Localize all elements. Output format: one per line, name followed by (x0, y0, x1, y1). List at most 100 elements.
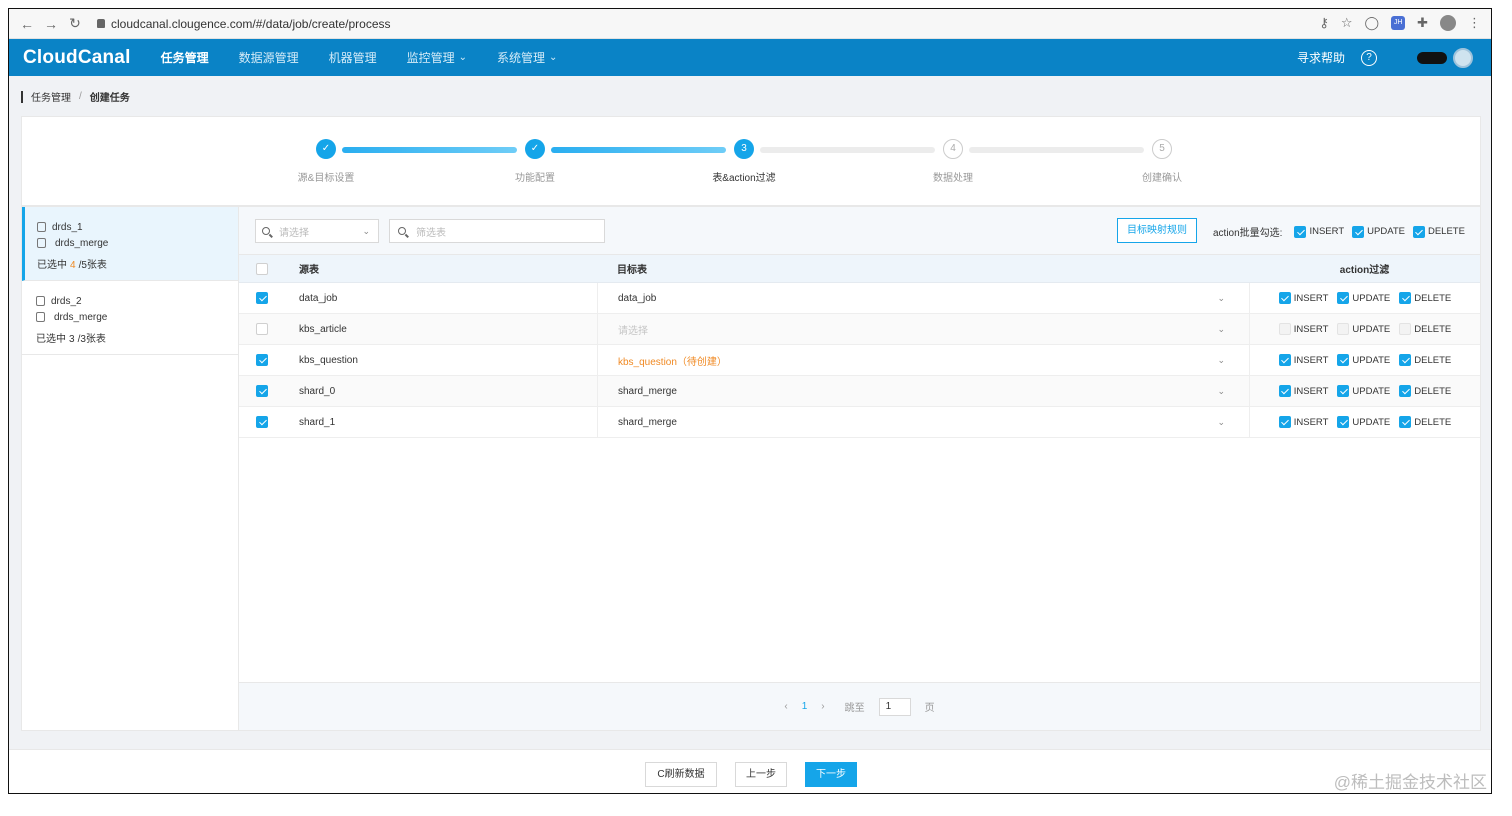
checkbox[interactable] (1337, 323, 1350, 335)
select-all-checkbox[interactable] (256, 262, 268, 275)
nav-item[interactable]: 系统管理 ⌄ (497, 49, 557, 66)
row-checkbox[interactable] (256, 416, 268, 428)
extension-jh-icon[interactable]: JH (1391, 16, 1406, 30)
row-select-cell (239, 354, 285, 366)
help-link[interactable]: 寻求帮助 (1297, 49, 1345, 66)
action-insert-checkbox[interactable]: INSERT (1278, 354, 1329, 366)
breadcrumb-parent[interactable]: 任务管理 (31, 89, 71, 104)
source-table-name: kbs_question (299, 354, 358, 366)
target-table-select[interactable]: kbs_question（待创建） ⌄ (597, 345, 1249, 375)
target-table-select[interactable]: 请选择 ⌄ (597, 314, 1249, 344)
row-checkbox[interactable] (256, 323, 268, 335)
nav-item[interactable]: 机器管理 (329, 49, 377, 66)
search-icon (262, 227, 270, 235)
nav-item[interactable]: 任务管理 (161, 49, 209, 66)
checkbox[interactable] (1412, 225, 1425, 238)
back-arrow-icon[interactable]: ← (15, 16, 39, 32)
db-group[interactable]: drds_1 drds_merge 已选中 4/5张表 (22, 207, 238, 281)
prev-page-icon[interactable]: ‹ (784, 701, 787, 712)
question-icon[interactable]: ? (1361, 49, 1377, 66)
checkbox-label: INSERT (1293, 385, 1329, 397)
map-rule-button[interactable]: 目标映射规则 (1117, 218, 1197, 243)
table-row: kbs_question kbs_question（待创建） ⌄ INSERT UPDA… (239, 345, 1480, 376)
key-icon[interactable]: ⚷ (1319, 15, 1329, 31)
puzzle-icon[interactable]: ✚ (1417, 15, 1428, 31)
checkbox[interactable] (1399, 323, 1412, 335)
address-bar[interactable]: cloudcanal.clougence.com/#/data/job/crea… (97, 17, 391, 31)
checkbox[interactable] (1278, 385, 1291, 397)
step-connector (342, 147, 517, 153)
checkbox[interactable] (1352, 225, 1365, 238)
table-search-input[interactable]: 筛选表 (389, 219, 605, 243)
action-update-checkbox[interactable]: UPDATE (1337, 416, 1390, 428)
forward-arrow-icon[interactable]: → (39, 16, 63, 32)
refresh-button[interactable]: C刷新数据 (645, 762, 717, 787)
page-number[interactable]: 1 (802, 701, 808, 712)
prev-step-button[interactable]: 上一步 (735, 762, 787, 787)
action-update-checkbox[interactable]: UPDATE (1337, 323, 1390, 335)
table-body: data_job data_job ⌄ INSERT UPDATE DELETE kbs_a… (239, 283, 1480, 438)
checkbox[interactable] (1399, 292, 1412, 304)
user-name[interactable] (1417, 51, 1447, 64)
table-row: shard_0 shard_merge ⌄ INSERT UPDATE DELETE (239, 376, 1480, 407)
action-delete-checkbox[interactable]: DELETE (1399, 323, 1451, 335)
action-update-checkbox[interactable]: UPDATE (1337, 292, 1390, 304)
checkbox[interactable] (1278, 416, 1291, 428)
jump-input[interactable]: 1 (878, 697, 911, 716)
avatar[interactable] (1453, 47, 1473, 68)
checkbox[interactable] (1278, 354, 1291, 366)
chevron-down-icon: ⌄ (1217, 416, 1225, 427)
row-checkbox[interactable] (256, 292, 268, 304)
star-icon[interactable]: ☆ (1341, 15, 1353, 31)
checkbox[interactable] (1399, 385, 1412, 397)
kebab-menu-icon[interactable]: ⋮ (1468, 15, 1481, 31)
checkbox-label: INSERT (1293, 354, 1329, 366)
next-page-icon[interactable]: › (821, 701, 824, 712)
logo[interactable]: CloudCanal (23, 47, 131, 69)
target-table-select[interactable]: data_job ⌄ (597, 283, 1249, 313)
profile-avatar[interactable] (1440, 15, 1456, 31)
batch-delete-checkbox[interactable]: DELETE (1412, 225, 1465, 238)
action-delete-checkbox[interactable]: DELETE (1399, 416, 1451, 428)
db-group[interactable]: drds_2 drds_merge 已选中 3/3张表 (22, 281, 238, 355)
checkbox-label: INSERT (1309, 226, 1345, 237)
row-checkbox[interactable] (256, 385, 268, 397)
target-table-select[interactable]: shard_merge ⌄ (597, 407, 1249, 437)
nav-item[interactable]: 监控管理 ⌄ (407, 49, 467, 66)
checkbox[interactable] (1399, 354, 1412, 366)
next-step-button[interactable]: 下一步 (805, 762, 857, 787)
record-icon[interactable]: ◯ (1365, 15, 1380, 31)
checkbox[interactable] (1294, 225, 1307, 238)
checkbox[interactable] (1278, 292, 1291, 304)
checkbox-label: UPDATE (1352, 323, 1391, 335)
checkbox[interactable] (1337, 354, 1350, 366)
action-update-checkbox[interactable]: UPDATE (1337, 385, 1390, 397)
action-filter-cell: INSERT UPDATE DELETE (1249, 314, 1480, 344)
checkbox[interactable] (1337, 416, 1350, 428)
reload-icon[interactable]: ↻ (63, 15, 87, 32)
batch-update-checkbox[interactable]: UPDATE (1352, 225, 1405, 238)
target-table-select[interactable]: shard_merge ⌄ (597, 376, 1249, 406)
row-checkbox[interactable] (256, 354, 268, 366)
count-prefix: 已选中 (37, 260, 67, 271)
action-insert-checkbox[interactable]: INSERT (1278, 323, 1328, 335)
table-row: kbs_article 请选择 ⌄ INSERT UPDATE DELETE (239, 314, 1480, 345)
action-delete-checkbox[interactable]: DELETE (1399, 292, 1451, 304)
checkbox[interactable] (1337, 292, 1350, 304)
action-insert-checkbox[interactable]: INSERT (1278, 292, 1328, 304)
action-insert-checkbox[interactable]: INSERT (1278, 385, 1329, 397)
batch-insert-checkbox[interactable]: INSERT (1294, 225, 1345, 238)
action-insert-checkbox[interactable]: INSERT (1278, 416, 1328, 428)
url-text: cloudcanal.clougence.com/#/data/job/crea… (111, 16, 391, 31)
checkbox[interactable] (1399, 416, 1412, 428)
action-delete-checkbox[interactable]: DELETE (1399, 385, 1451, 397)
action-delete-checkbox[interactable]: DELETE (1399, 354, 1451, 366)
checkbox[interactable] (1337, 385, 1350, 397)
nav-item[interactable]: 数据源管理 (239, 49, 299, 66)
database-icon (36, 312, 45, 322)
action-update-checkbox[interactable]: UPDATE (1337, 354, 1390, 366)
db-selected-count: 已选中 4/5张表 (37, 256, 238, 271)
db-select[interactable]: 请选择 ⌄ (255, 219, 379, 243)
checkbox[interactable] (1278, 323, 1291, 335)
nav-item-label: 系统管理 (497, 51, 546, 65)
